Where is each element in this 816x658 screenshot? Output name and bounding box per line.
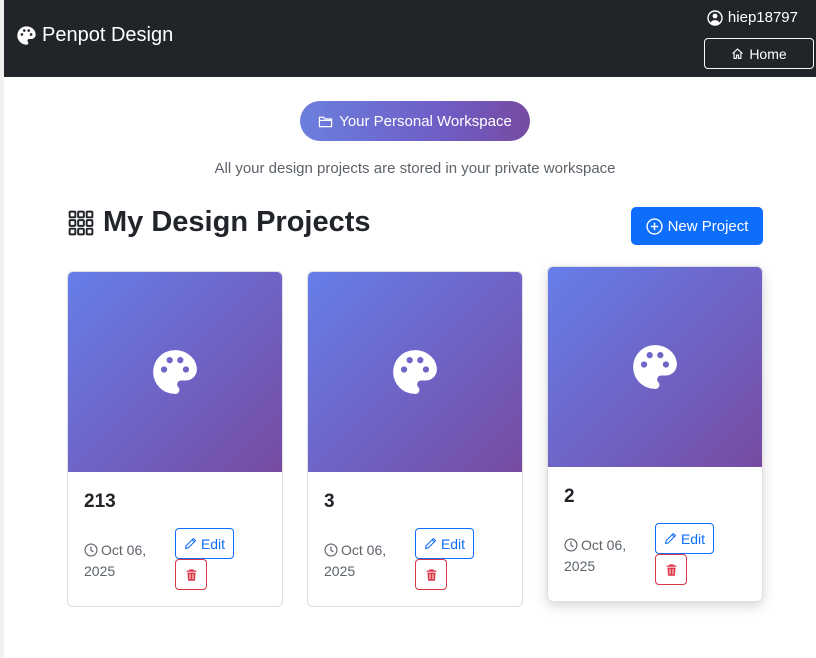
palette-icon (17, 26, 36, 45)
house-icon (732, 48, 744, 59)
pencil-icon (664, 532, 677, 544)
folder-icon (318, 116, 333, 127)
pencil-icon (184, 537, 197, 549)
trash-icon (426, 568, 436, 581)
palette-icon (153, 350, 197, 394)
delete-button[interactable] (655, 554, 687, 585)
edit-button[interactable]: Edit (175, 528, 234, 559)
delete-button[interactable] (175, 559, 207, 590)
grid-icon (68, 210, 94, 235)
workspace-badge: Your Personal Workspace (300, 101, 530, 141)
workspace-subtitle: All your design projects are stored in y… (214, 160, 616, 177)
page-title-label: My Design Projects (103, 206, 371, 238)
project-date: Oct 06, 2025 (324, 540, 404, 582)
project-card[interactable]: 2 Oct 06, 2025 Edit (547, 266, 763, 602)
project-thumbnail[interactable] (308, 272, 522, 472)
new-project-button[interactable]: New Project (631, 207, 763, 245)
new-project-label: New Project (667, 217, 749, 235)
project-name: 3 (324, 491, 335, 512)
project-thumbnail[interactable] (68, 272, 282, 472)
home-label: Home (749, 45, 787, 62)
project-card[interactable]: 3 Oct 06, 2025 Edit (307, 271, 523, 607)
edit-button[interactable]: Edit (415, 528, 474, 559)
edit-label: Edit (440, 535, 466, 552)
clock-icon (324, 543, 338, 557)
palette-icon (633, 345, 677, 389)
edit-label: Edit (200, 535, 226, 552)
trash-icon (186, 568, 196, 581)
project-name: 213 (84, 491, 116, 512)
edit-button[interactable]: Edit (655, 523, 714, 554)
project-thumbnail[interactable] (548, 267, 762, 467)
person-circle-icon (707, 9, 723, 26)
palette-icon (393, 350, 437, 394)
window-edge (0, 0, 4, 658)
brand-name: Penpot Design (42, 24, 174, 46)
edit-label: Edit (680, 530, 706, 547)
clock-icon (84, 543, 98, 557)
workspace-badge-label: Your Personal Workspace (339, 112, 512, 130)
delete-button[interactable] (415, 559, 447, 590)
project-name: 2 (564, 486, 575, 507)
brand-link[interactable]: Penpot Design (16, 24, 173, 47)
trash-icon (666, 563, 676, 576)
project-date: Oct 06, 2025 (84, 540, 164, 582)
plus-circle-icon (645, 217, 663, 235)
home-button[interactable]: Home (704, 38, 814, 69)
project-card[interactable]: 213 Oct 06, 2025 Edit (67, 271, 283, 607)
pencil-icon (424, 537, 437, 549)
user-menu[interactable]: hiep18797 (707, 9, 798, 26)
page-title: My Design Projects (68, 206, 371, 239)
clock-icon (564, 538, 578, 552)
top-navbar: Penpot Design hiep18797 Home (4, 0, 816, 77)
username: hiep18797 (727, 9, 798, 26)
project-date: Oct 06, 2025 (564, 535, 644, 577)
